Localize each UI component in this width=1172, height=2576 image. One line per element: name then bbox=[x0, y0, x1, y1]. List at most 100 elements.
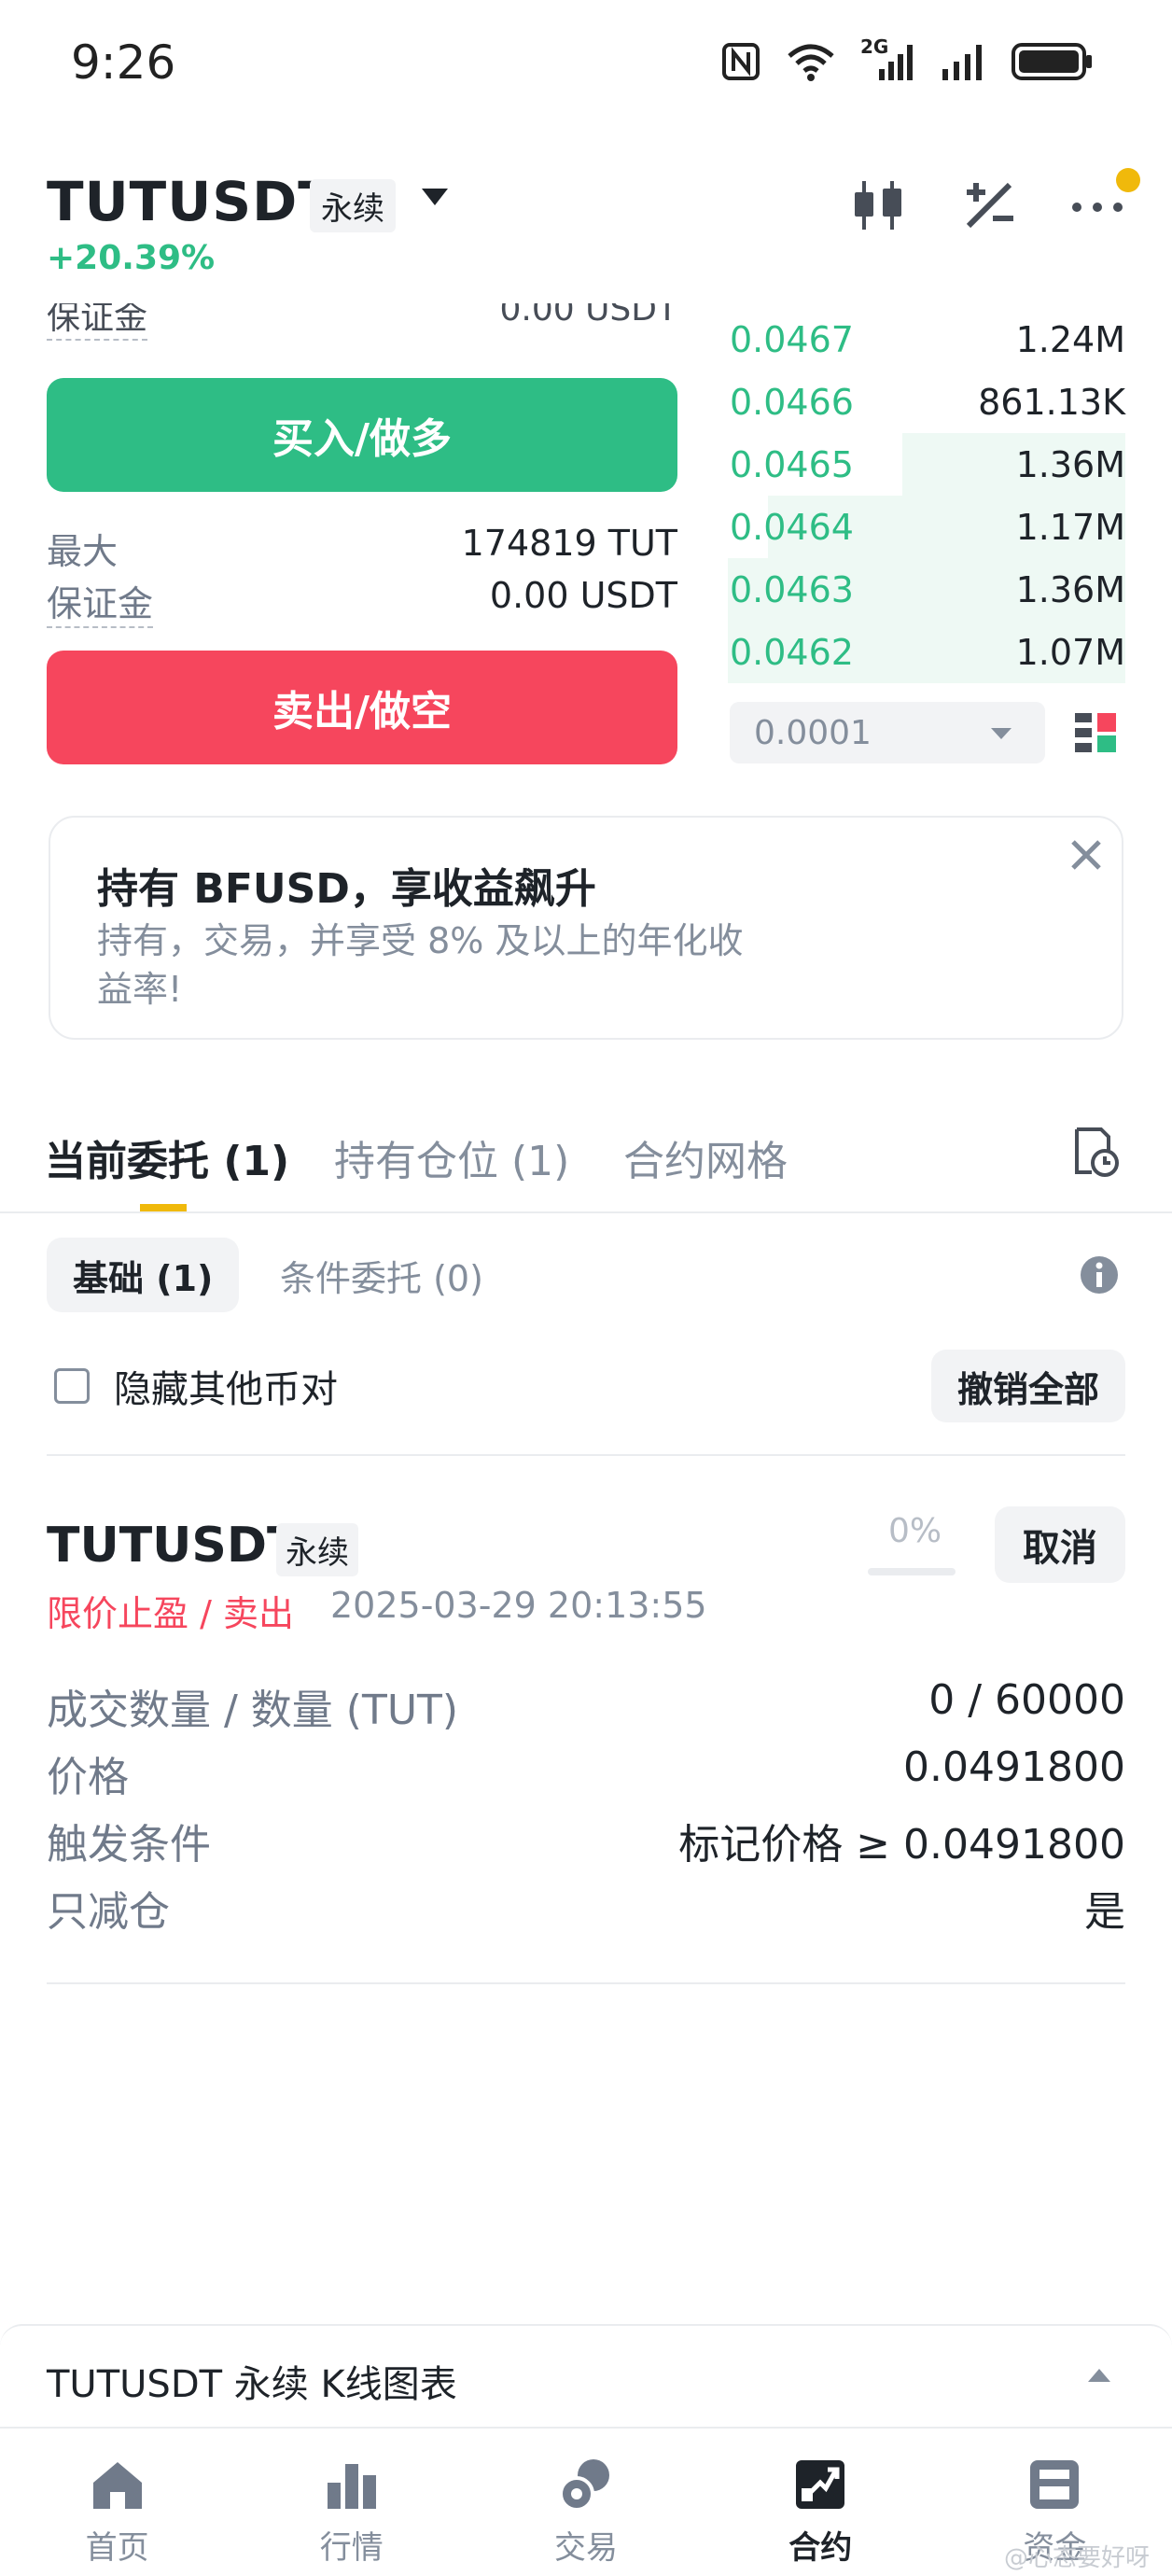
margin-value: 0.00 USDT bbox=[499, 303, 677, 329]
order-book-price: 0.0464 bbox=[730, 506, 854, 548]
nav-futures[interactable]: 合约 bbox=[704, 2429, 938, 2576]
tab-positions[interactable]: 持有仓位 (1) bbox=[334, 1127, 569, 1187]
order-book: 0.0467 1.24M 0.0466 861.13K 0.0465 1.36M 0.046… bbox=[728, 308, 1125, 683]
hide-other-pairs-row[interactable]: 隐藏其他币对 bbox=[54, 1359, 338, 1413]
order-book-row[interactable]: 0.0462 1.07M bbox=[728, 621, 1125, 683]
order-book-qty: 1.07M bbox=[1015, 631, 1125, 673]
kline-chart-label: TUTUSDT 永续 K线图表 bbox=[47, 2363, 457, 2406]
status-icons: 2G bbox=[720, 35, 1094, 82]
trade-icon bbox=[559, 2459, 609, 2512]
order-book-price: 0.0465 bbox=[730, 443, 854, 485]
promo-title: 持有 BFUSD，享收益飙升 bbox=[97, 865, 596, 913]
detail-value: 0 / 60000 bbox=[928, 1676, 1125, 1724]
calculator-icon[interactable] bbox=[961, 177, 1017, 233]
order-book-price: 0.0467 bbox=[730, 318, 854, 360]
hide-other-pairs-checkbox[interactable] bbox=[54, 1368, 90, 1404]
header-actions bbox=[849, 168, 1140, 235]
watermark: @心态要好呀 bbox=[1003, 2544, 1150, 2572]
contract-type-badge: 永续 bbox=[310, 179, 396, 232]
status-time: 9:26 bbox=[71, 35, 176, 90]
detail-value: 0.0491800 bbox=[903, 1743, 1125, 1791]
nfc-icon bbox=[722, 43, 760, 80]
detail-value: 标记价格 ≥ 0.0491800 bbox=[678, 1821, 1125, 1869]
order-time: 2025-03-29 20:13:55 bbox=[330, 1585, 707, 1626]
detail-label: 价格 bbox=[47, 1754, 129, 1801]
close-icon[interactable] bbox=[1066, 834, 1107, 875]
margin-label[interactable]: 保证金 bbox=[47, 575, 154, 628]
order-book-row[interactable]: 0.0464 1.17M bbox=[728, 496, 1125, 558]
wifi-icon bbox=[788, 44, 834, 81]
order-contract-badge: 永续 bbox=[276, 1523, 358, 1576]
status-bar: 9:26 2G bbox=[0, 0, 1172, 140]
nav-label: 行情 bbox=[319, 2529, 384, 2567]
signal-icon: 2G bbox=[860, 35, 916, 82]
nav-label: 首页 bbox=[85, 2529, 149, 2567]
margin-row-cut: 保证金 0.00 USDT bbox=[47, 303, 677, 350]
margin-value: 0.00 USDT bbox=[489, 575, 677, 616]
order-book-qty: 1.36M bbox=[1015, 443, 1125, 485]
order-symbol: TUTUSDT bbox=[47, 1518, 300, 1574]
nav-label: 交易 bbox=[554, 2529, 618, 2567]
promo-card[interactable]: 持有 BFUSD，享收益飙升 持有，交易，并享受 8% 及以上的年化收益率! bbox=[49, 816, 1123, 1040]
order-type: 限价止盈 / 卖出 bbox=[47, 1593, 294, 1634]
order-book-price: 0.0466 bbox=[730, 381, 854, 423]
order-book-price: 0.0463 bbox=[730, 568, 854, 610]
max-value: 174819 TUT bbox=[461, 523, 677, 564]
symbol-dropdown-caret-icon[interactable] bbox=[422, 189, 448, 205]
divider bbox=[47, 1454, 1125, 1456]
order-progress-label: 0% bbox=[888, 1512, 942, 1550]
price-change-pct: +20.39% bbox=[47, 239, 216, 277]
signal-icon bbox=[942, 45, 982, 80]
tab-open-orders[interactable]: 当前委托 (1) bbox=[45, 1127, 289, 1187]
order-progress-bar bbox=[868, 1568, 956, 1575]
grid-layout-icon[interactable] bbox=[1073, 711, 1118, 756]
info-icon[interactable] bbox=[1079, 1254, 1120, 1295]
tick-size-select[interactable]: 0.0001 bbox=[730, 702, 1045, 763]
tab-futures-grid[interactable]: 合约网格 bbox=[623, 1127, 788, 1187]
subtab-basic[interactable]: 基础 (1) bbox=[47, 1238, 240, 1312]
max-label: 最大 bbox=[47, 531, 119, 572]
order-book-qty: 861.13K bbox=[978, 381, 1125, 423]
order-book-row[interactable]: 0.0467 1.24M bbox=[728, 308, 1125, 371]
order-book-qty: 1.24M bbox=[1015, 318, 1125, 360]
sell-short-button[interactable]: 卖出/做空 bbox=[47, 651, 677, 764]
markets-icon bbox=[327, 2464, 376, 2509]
wallet-icon bbox=[1030, 2460, 1080, 2509]
notification-dot bbox=[1116, 168, 1140, 192]
home-icon bbox=[92, 2462, 142, 2509]
order-book-qty: 1.17M bbox=[1015, 506, 1125, 548]
kline-chart-bar[interactable]: TUTUSDT 永续 K线图表 bbox=[0, 2324, 1172, 2429]
active-tab-indicator bbox=[140, 1204, 187, 1211]
nav-label: 合约 bbox=[788, 2529, 853, 2567]
order-book-price: 0.0462 bbox=[730, 631, 854, 673]
detail-label: 只减仓 bbox=[47, 1888, 170, 1936]
nav-markets[interactable]: 行情 bbox=[234, 2429, 468, 2576]
bottom-nav: 首页 行情 交易 合约 资金 bbox=[0, 2427, 1172, 2576]
battery-icon bbox=[1012, 43, 1092, 80]
promo-body: 持有，交易，并享受 8% 及以上的年化收益率! bbox=[97, 920, 744, 1010]
detail-label: 成交数量 / 数量 (TUT) bbox=[47, 1687, 459, 1734]
candlestick-icon[interactable] bbox=[849, 177, 909, 233]
nav-trade[interactable]: 交易 bbox=[468, 2429, 703, 2576]
cancel-order-button[interactable]: 取消 bbox=[995, 1506, 1125, 1583]
order-book-row[interactable]: 0.0466 861.13K bbox=[728, 371, 1125, 433]
symbol-title[interactable]: TUTUSDT bbox=[47, 170, 336, 233]
futures-icon bbox=[796, 2460, 845, 2509]
margin-label: 保证金 bbox=[47, 303, 148, 341]
hide-other-pairs-label: 隐藏其他币对 bbox=[114, 1368, 338, 1411]
order-book-row[interactable]: 0.0463 1.36M bbox=[728, 558, 1125, 621]
order-book-row[interactable]: 0.0465 1.36M bbox=[728, 433, 1125, 496]
cancel-all-button[interactable]: 撤销全部 bbox=[930, 1350, 1125, 1422]
subtab-conditional[interactable]: 条件委托 (0) bbox=[280, 1238, 483, 1312]
order-book-qty: 1.36M bbox=[1015, 568, 1125, 610]
buy-long-button[interactable]: 买入/做多 bbox=[47, 378, 677, 492]
chevron-up-icon[interactable] bbox=[1088, 2369, 1110, 2382]
order-tabs: 当前委托 (1) 持有仓位 (1) 合约网格 bbox=[0, 1120, 1172, 1213]
divider bbox=[47, 1982, 1125, 1984]
detail-label: 触发条件 bbox=[47, 1821, 211, 1869]
detail-value: 是 bbox=[1084, 1888, 1125, 1936]
chevron-down-icon bbox=[991, 728, 1012, 739]
history-icon[interactable] bbox=[1071, 1126, 1120, 1178]
header: TUTUSDT 永续 +20.39% bbox=[0, 159, 1172, 289]
nav-home[interactable]: 首页 bbox=[0, 2429, 234, 2576]
